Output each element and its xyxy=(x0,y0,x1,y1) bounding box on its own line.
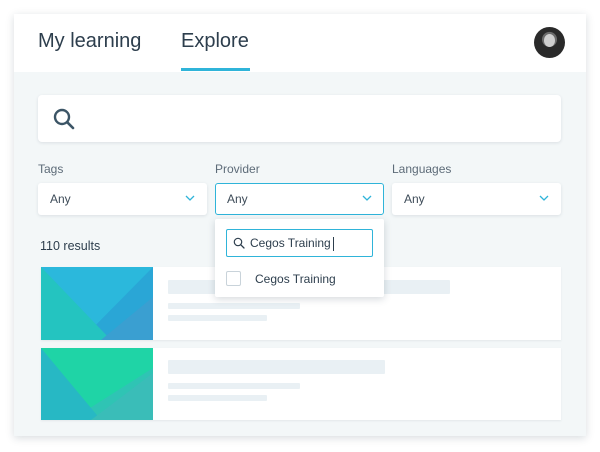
tags-label: Tags xyxy=(38,162,64,176)
provider-search-field[interactable]: Cegos Training xyxy=(226,229,373,257)
provider-select-value: Any xyxy=(227,192,248,206)
option-checkbox[interactable] xyxy=(226,271,241,286)
search-icon xyxy=(233,237,245,249)
text-placeholder xyxy=(168,303,300,309)
active-tab-indicator xyxy=(181,68,250,71)
provider-dropdown: Cegos Training Cegos Training xyxy=(215,219,384,297)
languages-select[interactable]: Any xyxy=(392,183,561,215)
provider-option-label: Cegos Training xyxy=(255,272,336,286)
course-card[interactable] xyxy=(41,348,561,420)
tab-my-learning[interactable]: My learning xyxy=(38,30,141,53)
top-navigation: My learning Explore xyxy=(14,14,586,72)
avatar[interactable] xyxy=(534,27,565,58)
chevron-down-icon xyxy=(362,195,372,201)
search-input[interactable] xyxy=(38,95,561,142)
provider-search-value: Cegos Training xyxy=(250,236,331,250)
results-count: 110 results xyxy=(40,239,101,253)
text-placeholder xyxy=(168,395,267,401)
provider-select[interactable]: Any xyxy=(215,183,384,215)
course-thumbnail xyxy=(41,348,153,420)
tags-select-value: Any xyxy=(50,192,71,206)
provider-label: Provider xyxy=(215,162,260,176)
text-placeholder xyxy=(168,315,267,321)
languages-label: Languages xyxy=(392,162,452,176)
explore-panel: My learning Explore Tags Provider Langua… xyxy=(14,14,586,436)
search-icon xyxy=(53,108,75,130)
provider-option[interactable]: Cegos Training xyxy=(226,269,373,289)
tab-explore[interactable]: Explore xyxy=(181,30,249,53)
tags-select[interactable]: Any xyxy=(38,183,207,215)
text-cursor xyxy=(332,236,334,251)
chevron-down-icon xyxy=(539,195,549,201)
languages-select-value: Any xyxy=(404,192,425,206)
provider-search-wrapper: Cegos Training xyxy=(250,236,334,251)
text-placeholder xyxy=(168,383,300,389)
course-thumbnail xyxy=(41,267,153,340)
title-placeholder xyxy=(168,360,385,374)
chevron-down-icon xyxy=(185,195,195,201)
